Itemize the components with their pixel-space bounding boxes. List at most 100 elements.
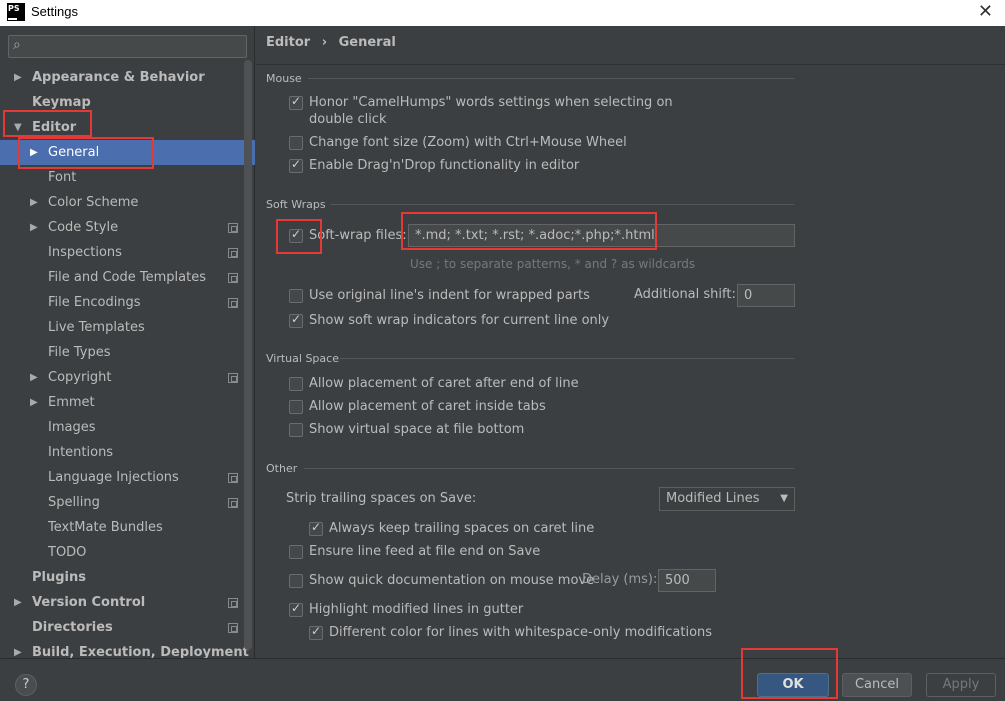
chevron-down-icon[interactable]: ▼ xyxy=(14,115,22,140)
sidebar-item-font[interactable]: Font xyxy=(0,165,255,190)
sidebar-item-label: Directories xyxy=(32,620,113,635)
additional-shift-input[interactable]: 0 xyxy=(737,284,795,307)
chevron-right-icon[interactable]: ▶ xyxy=(14,65,22,90)
sidebar-item-copyright[interactable]: ▶ Copyright xyxy=(0,365,255,390)
sidebar-item-emmet[interactable]: ▶ Emmet xyxy=(0,390,255,415)
sidebar-item-file-and-code-templates[interactable]: File and Code Templates xyxy=(0,265,255,290)
dragdrop-checkbox[interactable] xyxy=(289,157,303,173)
strip-trailing-select[interactable]: Modified Lines ▼ xyxy=(659,487,795,511)
sidebar-item-language-injections[interactable]: Language Injections xyxy=(0,465,255,490)
virtual-space-bottom-checkbox[interactable] xyxy=(289,423,303,437)
sidebar-item-file-types[interactable]: File Types xyxy=(0,340,255,365)
chevron-right-icon[interactable]: ▶ xyxy=(30,215,38,240)
soft-wrap-files-checkbox[interactable] xyxy=(289,227,303,243)
sidebar-item-spelling[interactable]: Spelling xyxy=(0,490,255,515)
delay-input[interactable]: 500 xyxy=(658,569,716,592)
settings-content: Editor › General Mouse Honor "CamelHumps… xyxy=(256,26,1005,658)
breadcrumb: Editor › General xyxy=(266,35,396,50)
sidebar-scrollbar[interactable] xyxy=(244,60,252,650)
project-level-icon xyxy=(228,223,238,233)
quick-doc-checkbox[interactable] xyxy=(289,574,303,588)
sidebar-item-textmate-bundles[interactable]: TextMate Bundles xyxy=(0,515,255,540)
sidebar-item-code-style[interactable]: ▶ Code Style xyxy=(0,215,255,240)
zoom-checkbox[interactable] xyxy=(289,136,303,150)
window-title: Settings xyxy=(31,4,78,19)
sidebar-item-label: Keymap xyxy=(32,95,91,110)
strip-trailing-value: Modified Lines xyxy=(666,491,760,506)
original-indent-checkbox[interactable] xyxy=(289,289,303,303)
apply-button[interactable]: Apply xyxy=(926,673,996,697)
sidebar-item-directories[interactable]: Directories xyxy=(0,615,255,640)
sidebar-item-label: Editor xyxy=(32,120,77,135)
breadcrumb-parent[interactable]: Editor xyxy=(266,35,310,50)
chevron-right-icon[interactable]: ▶ xyxy=(14,590,22,615)
sidebar-item-label: Spelling xyxy=(48,495,100,510)
sidebar-item-label: Inspections xyxy=(48,245,122,260)
sidebar-item-plugins[interactable]: Plugins xyxy=(0,565,255,590)
caret-inside-tabs-checkbox[interactable] xyxy=(289,400,303,414)
soft-wrap-files-input[interactable]: *.md; *.txt; *.rst; *.adoc;*.php;*.html xyxy=(408,224,795,247)
keep-trailing-label: Always keep trailing spaces on caret lin… xyxy=(329,521,595,536)
project-level-icon xyxy=(228,473,238,483)
project-level-icon xyxy=(228,298,238,308)
dragdrop-label: Enable Drag'n'Drop functionality in edit… xyxy=(309,158,580,173)
sidebar-item-editor[interactable]: ▼ Editor xyxy=(0,115,255,140)
caret-inside-tabs-label: Allow placement of caret inside tabs xyxy=(309,399,546,414)
phpstorm-icon: PS xyxy=(7,3,25,21)
soft-wrap-hint: Use ; to separate patterns, * and ? as w… xyxy=(410,257,696,271)
caret-after-eol-checkbox[interactable] xyxy=(289,377,303,391)
section-mouse-title: Mouse xyxy=(266,72,302,85)
sidebar-item-keymap[interactable]: Keymap xyxy=(0,90,255,115)
project-level-icon xyxy=(228,373,238,383)
header-divider xyxy=(256,64,1005,65)
settings-sidebar: ⌕ ▶ Appearance & Behavior Keymap ▼ Editor ▶ Ge… xyxy=(0,26,255,660)
whitespace-color-checkbox[interactable] xyxy=(309,624,323,640)
section-divider xyxy=(304,468,794,469)
whitespace-color-label: Different color for lines with whitespac… xyxy=(329,625,713,640)
chevron-right-icon[interactable]: ▶ xyxy=(30,140,38,165)
sidebar-item-label: Font xyxy=(48,170,77,185)
sidebar-item-label: File and Code Templates xyxy=(48,270,206,285)
ok-button[interactable]: OK xyxy=(757,673,829,697)
highlight-modified-checkbox[interactable] xyxy=(289,601,303,617)
sidebar-item-label: Language Injections xyxy=(48,470,179,485)
sidebar-item-label: TextMate Bundles xyxy=(48,520,163,535)
cancel-button[interactable]: Cancel xyxy=(842,673,912,697)
sidebar-item-inspections[interactable]: Inspections xyxy=(0,240,255,265)
project-level-icon xyxy=(228,498,238,508)
sidebar-item-label: Live Templates xyxy=(48,320,145,335)
sidebar-item-file-encodings[interactable]: File Encodings xyxy=(0,290,255,315)
dialog-footer: ? OK Cancel Apply xyxy=(0,658,1005,701)
line-feed-checkbox[interactable] xyxy=(289,545,303,559)
sidebar-item-images[interactable]: Images xyxy=(0,415,255,440)
delay-label: Delay (ms): xyxy=(582,572,658,587)
sidebar-item-intentions[interactable]: Intentions xyxy=(0,440,255,465)
sidebar-item-live-templates[interactable]: Live Templates xyxy=(0,315,255,340)
sidebar-item-label: Intentions xyxy=(48,445,114,460)
chevron-right-icon[interactable]: ▶ xyxy=(30,190,38,215)
chevron-right-icon[interactable]: ▶ xyxy=(30,365,38,390)
help-button[interactable]: ? xyxy=(15,674,37,696)
caret-after-eol-label: Allow placement of caret after end of li… xyxy=(309,376,579,391)
sidebar-item-label: File Encodings xyxy=(48,295,141,310)
chevron-right-icon[interactable]: ▶ xyxy=(30,390,38,415)
wrap-indicators-checkbox[interactable] xyxy=(289,312,303,328)
close-icon[interactable]: ✕ xyxy=(978,1,993,22)
section-divider xyxy=(308,78,794,79)
keep-trailing-checkbox[interactable] xyxy=(309,520,323,536)
sidebar-item-version-control[interactable]: ▶ Version Control xyxy=(0,590,255,615)
sidebar-item-label: Code Style xyxy=(48,220,119,235)
project-level-icon xyxy=(228,598,238,608)
sidebar-item-general[interactable]: ▶ General xyxy=(0,140,255,165)
camelhumps-checkbox[interactable] xyxy=(289,94,303,110)
sidebar-item-todo[interactable]: TODO xyxy=(0,540,255,565)
sidebar-item-label: Emmet xyxy=(48,395,95,410)
section-soft-wraps-title: Soft Wraps xyxy=(266,198,326,211)
section-other-title: Other xyxy=(266,462,298,475)
breadcrumb-current: General xyxy=(338,35,396,50)
project-level-icon xyxy=(228,273,238,283)
sidebar-item-appearance-behavior[interactable]: ▶ Appearance & Behavior xyxy=(0,65,255,90)
highlight-modified-label: Highlight modified lines in gutter xyxy=(309,602,524,617)
sidebar-item-color-scheme[interactable]: ▶ Color Scheme xyxy=(0,190,255,215)
search-input[interactable]: ⌕ xyxy=(8,35,247,58)
